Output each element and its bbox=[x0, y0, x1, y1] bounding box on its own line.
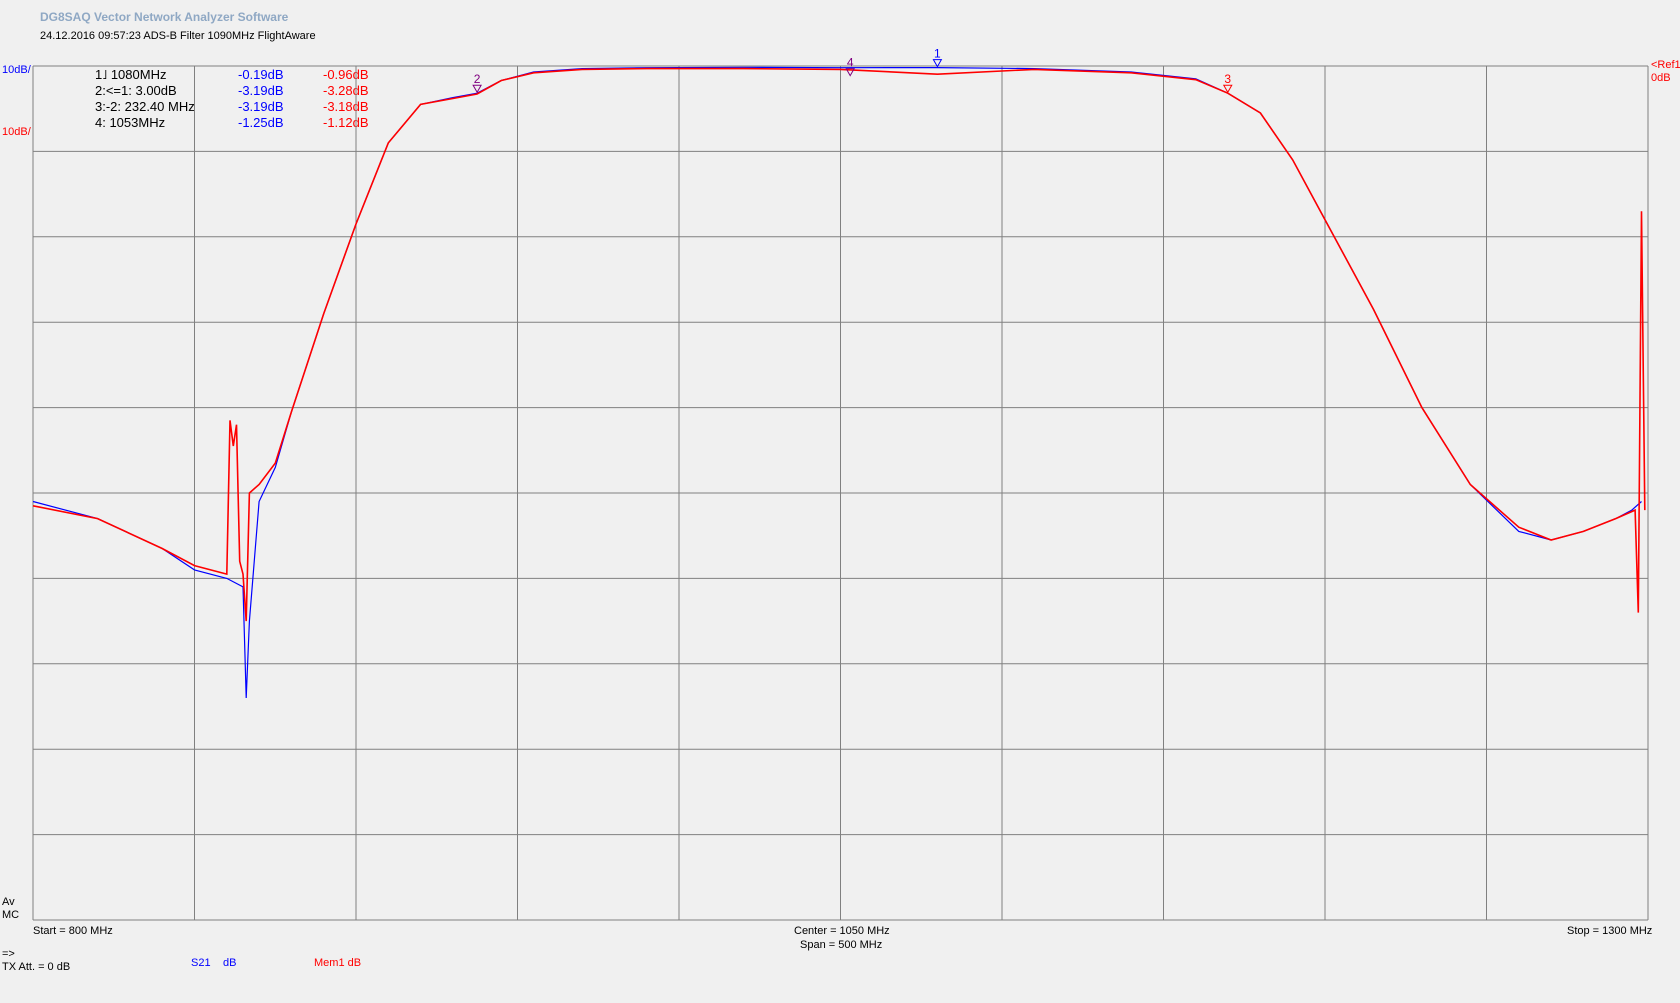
marker-number: 3 bbox=[1224, 72, 1231, 86]
span-frequency: Span = 500 MHz bbox=[800, 939, 883, 951]
trace-s21 bbox=[32, 66, 1642, 699]
trace-s21-label[interactable]: S21 bbox=[191, 957, 211, 969]
arrow-indicator: => bbox=[2, 948, 15, 960]
averaging-indicator: Av bbox=[2, 896, 15, 908]
marker-number: 1 bbox=[934, 47, 941, 61]
center-frequency: Center = 1050 MHz bbox=[794, 925, 890, 937]
trace-mem1-label[interactable]: Mem1 dB bbox=[314, 957, 361, 969]
vna-plot[interactable]: 1 2 3 4 bbox=[0, 0, 1680, 1003]
marker-number: 2 bbox=[474, 72, 481, 86]
tx-attenuation: TX Att. = 0 dB bbox=[2, 961, 71, 973]
trace-s21-unit[interactable]: dB bbox=[223, 957, 236, 969]
marker-number: 4 bbox=[847, 56, 854, 70]
stop-frequency: Stop = 1300 MHz bbox=[1567, 925, 1653, 937]
marker-control-indicator: MC bbox=[2, 909, 20, 921]
start-frequency: Start = 800 MHz bbox=[33, 925, 113, 937]
